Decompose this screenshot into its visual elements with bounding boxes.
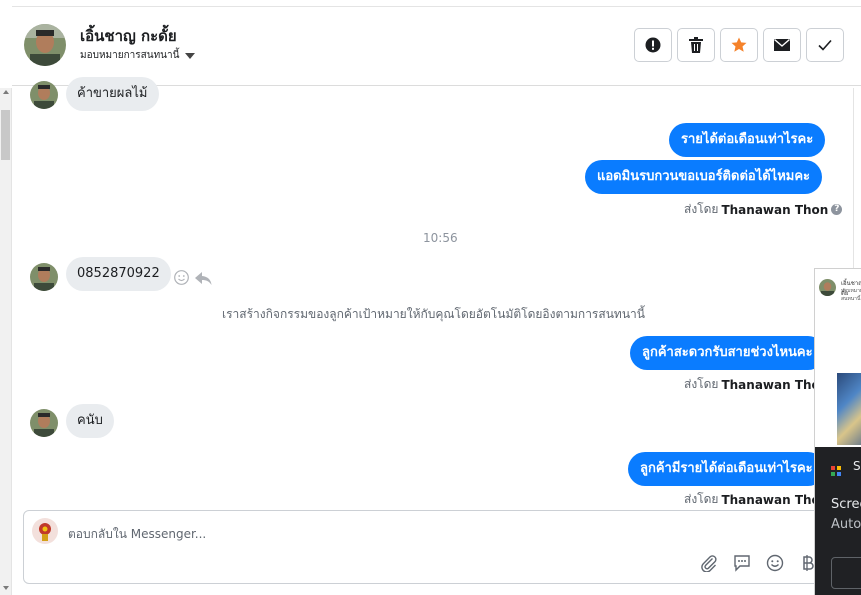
assign-conversation-dropdown[interactable]: มอบหมายการสนทนานี้ — [80, 48, 196, 63]
help-icon[interactable]: ? — [831, 204, 843, 215]
reply-arrow-icon[interactable] — [195, 271, 212, 290]
checkmark-icon — [818, 39, 832, 51]
attachment-icon[interactable] — [699, 553, 719, 573]
conversation-header: เอิ้นชาญ กะดั้ย มอบหมายการสนทนานี้ — [12, 6, 861, 86]
sent-by-info: ส่งโดย Thanawan Thon ? — [684, 200, 843, 219]
trash-icon — [689, 37, 703, 53]
sender-name: Thanawan Thon — [721, 492, 829, 507]
inbox-conversation-view: เอิ้นชาญ กะดั้ย มอบหมายการสนทนานี้ ค้าขา… — [0, 0, 861, 595]
caret-down-icon — [185, 52, 196, 59]
scrollbar-thumb[interactable] — [1, 110, 10, 160]
sender-avatar[interactable] — [30, 409, 58, 437]
toast-action-button[interactable] — [831, 557, 861, 589]
outgoing-message[interactable]: รายได้ต่อเดือนเท่าไรคะ — [669, 123, 826, 157]
reply-composer[interactable]: ตอบกลับใน Messenger... — [23, 510, 833, 584]
outgoing-message[interactable]: ลูกค้าสะดวกรับสายช่วงไหนคะ — [630, 336, 825, 370]
assign-conversation-label: มอบหมายการสนทนานี้ — [80, 50, 180, 61]
incoming-message[interactable]: 0852870922 — [66, 257, 171, 291]
alert-icon — [645, 37, 661, 53]
saved-replies-icon[interactable] — [732, 553, 752, 573]
screenshot-toast: S Scree Auto — [815, 447, 861, 595]
contact-avatar[interactable] — [24, 24, 66, 66]
app-logo-icon — [831, 461, 841, 476]
sent-by-info: ส่งโดย Thanawan Thon — [684, 490, 828, 509]
message-timestamp: 10:56 — [423, 231, 458, 245]
incoming-message[interactable]: ค้าขายผลไม้ — [66, 77, 159, 111]
emoji-icon[interactable] — [765, 553, 785, 573]
mark-unread-button[interactable] — [763, 28, 801, 62]
message-list-scrollbar[interactable] — [0, 88, 12, 595]
shared-photo[interactable] — [837, 373, 861, 445]
contact-name: เอิ้นชาญ กะดั้ย — [80, 27, 177, 45]
react-smiley-icon[interactable] — [174, 270, 189, 289]
sender-avatar[interactable] — [30, 81, 58, 109]
sent-by-label: ส่งโดย — [684, 492, 719, 506]
mark-done-button[interactable] — [806, 28, 844, 62]
sender-name: Thanawan Thon — [721, 377, 829, 392]
toast-label: S — [853, 459, 861, 473]
sent-by-info: ส่งโดย Thanawan Thon — [684, 375, 828, 394]
star-icon — [731, 37, 747, 52]
overlay-notification-panel[interactable]: เอิ้นชาญ กะดั้ย มอบหมายการสนทนานี้ S Scr… — [814, 268, 861, 595]
delete-button[interactable] — [677, 28, 715, 62]
toast-subtitle: Auto — [831, 517, 861, 532]
outgoing-message[interactable]: แอดมินรบกวนขอเบอร์ติดต่อได้ไหมคะ — [585, 160, 823, 194]
page-avatar — [32, 518, 58, 544]
incoming-message[interactable]: คนับ — [66, 404, 114, 438]
outgoing-message[interactable]: ลูกค้ามีรายได้ต่อเดือนเท่าไรคะ — [628, 452, 825, 486]
envelope-icon — [774, 39, 790, 51]
mini-avatar — [819, 279, 836, 296]
sent-by-label: ส่งโดย — [684, 202, 719, 216]
star-button[interactable] — [720, 28, 758, 62]
scroll-down-arrow-icon[interactable] — [3, 586, 9, 590]
scroll-up-arrow-icon[interactable] — [3, 90, 9, 94]
system-note: เราสร้างกิจกรรมของลูกค้าเป้าหมายให้กับคุ… — [222, 307, 645, 321]
toast-title: Scree — [831, 497, 861, 512]
reply-input[interactable]: ตอบกลับใน Messenger... — [68, 525, 206, 544]
sent-by-label: ส่งโดย — [684, 377, 719, 391]
sender-avatar[interactable] — [30, 263, 58, 291]
mini-assign-label: มอบหมายการสนทนานี้ — [841, 288, 861, 302]
mark-spam-button[interactable] — [634, 28, 672, 62]
right-panel-edge — [853, 88, 861, 288]
composer-toolbar — [699, 553, 818, 573]
sender-name: Thanawan Thon — [721, 202, 829, 217]
